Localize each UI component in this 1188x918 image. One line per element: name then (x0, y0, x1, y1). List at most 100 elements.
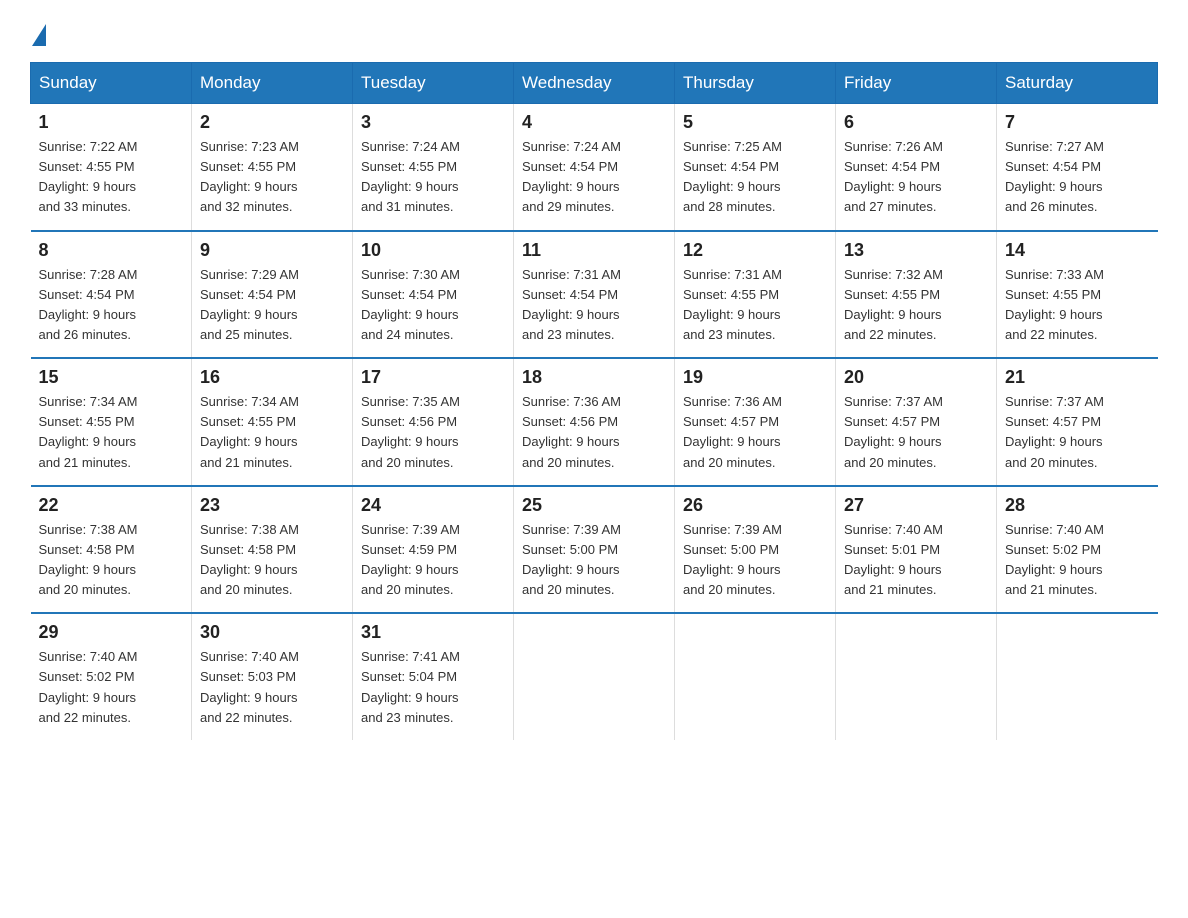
day-cell: 27 Sunrise: 7:40 AMSunset: 5:01 PMDaylig… (836, 486, 997, 614)
day-cell: 30 Sunrise: 7:40 AMSunset: 5:03 PMDaylig… (192, 613, 353, 740)
day-cell (836, 613, 997, 740)
day-number: 28 (1005, 495, 1150, 516)
day-cell: 4 Sunrise: 7:24 AMSunset: 4:54 PMDayligh… (514, 104, 675, 231)
day-info: Sunrise: 7:38 AMSunset: 4:58 PMDaylight:… (200, 522, 299, 597)
day-number: 26 (683, 495, 827, 516)
header-sunday: Sunday (31, 63, 192, 104)
header-wednesday: Wednesday (514, 63, 675, 104)
calendar-table: SundayMondayTuesdayWednesdayThursdayFrid… (30, 62, 1158, 740)
day-cell: 14 Sunrise: 7:33 AMSunset: 4:55 PMDaylig… (997, 231, 1158, 359)
day-number: 20 (844, 367, 988, 388)
day-info: Sunrise: 7:31 AMSunset: 4:54 PMDaylight:… (522, 267, 621, 342)
day-info: Sunrise: 7:39 AMSunset: 5:00 PMDaylight:… (522, 522, 621, 597)
day-number: 18 (522, 367, 666, 388)
day-info: Sunrise: 7:26 AMSunset: 4:54 PMDaylight:… (844, 139, 943, 214)
day-cell: 17 Sunrise: 7:35 AMSunset: 4:56 PMDaylig… (353, 358, 514, 486)
day-info: Sunrise: 7:40 AMSunset: 5:02 PMDaylight:… (1005, 522, 1104, 597)
day-info: Sunrise: 7:40 AMSunset: 5:02 PMDaylight:… (39, 649, 138, 724)
week-row-5: 29 Sunrise: 7:40 AMSunset: 5:02 PMDaylig… (31, 613, 1158, 740)
day-cell: 16 Sunrise: 7:34 AMSunset: 4:55 PMDaylig… (192, 358, 353, 486)
day-number: 4 (522, 112, 666, 133)
day-cell: 25 Sunrise: 7:39 AMSunset: 5:00 PMDaylig… (514, 486, 675, 614)
day-info: Sunrise: 7:32 AMSunset: 4:55 PMDaylight:… (844, 267, 943, 342)
day-number: 14 (1005, 240, 1150, 261)
day-info: Sunrise: 7:40 AMSunset: 5:03 PMDaylight:… (200, 649, 299, 724)
day-info: Sunrise: 7:40 AMSunset: 5:01 PMDaylight:… (844, 522, 943, 597)
header-tuesday: Tuesday (353, 63, 514, 104)
week-row-4: 22 Sunrise: 7:38 AMSunset: 4:58 PMDaylig… (31, 486, 1158, 614)
day-cell: 19 Sunrise: 7:36 AMSunset: 4:57 PMDaylig… (675, 358, 836, 486)
day-info: Sunrise: 7:30 AMSunset: 4:54 PMDaylight:… (361, 267, 460, 342)
day-cell: 18 Sunrise: 7:36 AMSunset: 4:56 PMDaylig… (514, 358, 675, 486)
day-number: 8 (39, 240, 184, 261)
day-cell: 3 Sunrise: 7:24 AMSunset: 4:55 PMDayligh… (353, 104, 514, 231)
header-thursday: Thursday (675, 63, 836, 104)
day-number: 6 (844, 112, 988, 133)
day-info: Sunrise: 7:34 AMSunset: 4:55 PMDaylight:… (200, 394, 299, 469)
day-number: 5 (683, 112, 827, 133)
day-cell: 5 Sunrise: 7:25 AMSunset: 4:54 PMDayligh… (675, 104, 836, 231)
day-number: 19 (683, 367, 827, 388)
day-info: Sunrise: 7:37 AMSunset: 4:57 PMDaylight:… (844, 394, 943, 469)
day-number: 24 (361, 495, 505, 516)
day-info: Sunrise: 7:37 AMSunset: 4:57 PMDaylight:… (1005, 394, 1104, 469)
day-info: Sunrise: 7:25 AMSunset: 4:54 PMDaylight:… (683, 139, 782, 214)
day-cell: 1 Sunrise: 7:22 AMSunset: 4:55 PMDayligh… (31, 104, 192, 231)
day-cell: 11 Sunrise: 7:31 AMSunset: 4:54 PMDaylig… (514, 231, 675, 359)
day-info: Sunrise: 7:28 AMSunset: 4:54 PMDaylight:… (39, 267, 138, 342)
day-cell: 7 Sunrise: 7:27 AMSunset: 4:54 PMDayligh… (997, 104, 1158, 231)
day-info: Sunrise: 7:33 AMSunset: 4:55 PMDaylight:… (1005, 267, 1104, 342)
day-info: Sunrise: 7:39 AMSunset: 4:59 PMDaylight:… (361, 522, 460, 597)
day-cell (675, 613, 836, 740)
day-number: 12 (683, 240, 827, 261)
day-cell: 22 Sunrise: 7:38 AMSunset: 4:58 PMDaylig… (31, 486, 192, 614)
day-number: 10 (361, 240, 505, 261)
day-info: Sunrise: 7:35 AMSunset: 4:56 PMDaylight:… (361, 394, 460, 469)
week-row-2: 8 Sunrise: 7:28 AMSunset: 4:54 PMDayligh… (31, 231, 1158, 359)
day-cell: 2 Sunrise: 7:23 AMSunset: 4:55 PMDayligh… (192, 104, 353, 231)
day-number: 29 (39, 622, 184, 643)
day-cell: 10 Sunrise: 7:30 AMSunset: 4:54 PMDaylig… (353, 231, 514, 359)
day-cell: 24 Sunrise: 7:39 AMSunset: 4:59 PMDaylig… (353, 486, 514, 614)
day-info: Sunrise: 7:27 AMSunset: 4:54 PMDaylight:… (1005, 139, 1104, 214)
day-number: 9 (200, 240, 344, 261)
day-number: 13 (844, 240, 988, 261)
day-info: Sunrise: 7:38 AMSunset: 4:58 PMDaylight:… (39, 522, 138, 597)
header-monday: Monday (192, 63, 353, 104)
day-cell: 6 Sunrise: 7:26 AMSunset: 4:54 PMDayligh… (836, 104, 997, 231)
day-info: Sunrise: 7:34 AMSunset: 4:55 PMDaylight:… (39, 394, 138, 469)
day-cell (514, 613, 675, 740)
day-info: Sunrise: 7:29 AMSunset: 4:54 PMDaylight:… (200, 267, 299, 342)
day-number: 1 (39, 112, 184, 133)
day-info: Sunrise: 7:39 AMSunset: 5:00 PMDaylight:… (683, 522, 782, 597)
day-info: Sunrise: 7:24 AMSunset: 4:55 PMDaylight:… (361, 139, 460, 214)
day-cell: 23 Sunrise: 7:38 AMSunset: 4:58 PMDaylig… (192, 486, 353, 614)
day-number: 23 (200, 495, 344, 516)
day-info: Sunrise: 7:22 AMSunset: 4:55 PMDaylight:… (39, 139, 138, 214)
day-cell: 8 Sunrise: 7:28 AMSunset: 4:54 PMDayligh… (31, 231, 192, 359)
day-cell (997, 613, 1158, 740)
logo-triangle-icon (32, 24, 46, 46)
day-cell: 9 Sunrise: 7:29 AMSunset: 4:54 PMDayligh… (192, 231, 353, 359)
day-cell: 28 Sunrise: 7:40 AMSunset: 5:02 PMDaylig… (997, 486, 1158, 614)
page-header (30, 20, 1158, 42)
day-info: Sunrise: 7:23 AMSunset: 4:55 PMDaylight:… (200, 139, 299, 214)
week-row-1: 1 Sunrise: 7:22 AMSunset: 4:55 PMDayligh… (31, 104, 1158, 231)
day-number: 3 (361, 112, 505, 133)
day-number: 16 (200, 367, 344, 388)
day-cell: 12 Sunrise: 7:31 AMSunset: 4:55 PMDaylig… (675, 231, 836, 359)
day-cell: 20 Sunrise: 7:37 AMSunset: 4:57 PMDaylig… (836, 358, 997, 486)
day-number: 7 (1005, 112, 1150, 133)
day-info: Sunrise: 7:24 AMSunset: 4:54 PMDaylight:… (522, 139, 621, 214)
day-info: Sunrise: 7:31 AMSunset: 4:55 PMDaylight:… (683, 267, 782, 342)
day-info: Sunrise: 7:36 AMSunset: 4:56 PMDaylight:… (522, 394, 621, 469)
day-number: 17 (361, 367, 505, 388)
day-number: 2 (200, 112, 344, 133)
day-info: Sunrise: 7:41 AMSunset: 5:04 PMDaylight:… (361, 649, 460, 724)
day-cell: 31 Sunrise: 7:41 AMSunset: 5:04 PMDaylig… (353, 613, 514, 740)
day-number: 31 (361, 622, 505, 643)
day-cell: 13 Sunrise: 7:32 AMSunset: 4:55 PMDaylig… (836, 231, 997, 359)
day-number: 27 (844, 495, 988, 516)
weekday-header-row: SundayMondayTuesdayWednesdayThursdayFrid… (31, 63, 1158, 104)
day-cell: 26 Sunrise: 7:39 AMSunset: 5:00 PMDaylig… (675, 486, 836, 614)
